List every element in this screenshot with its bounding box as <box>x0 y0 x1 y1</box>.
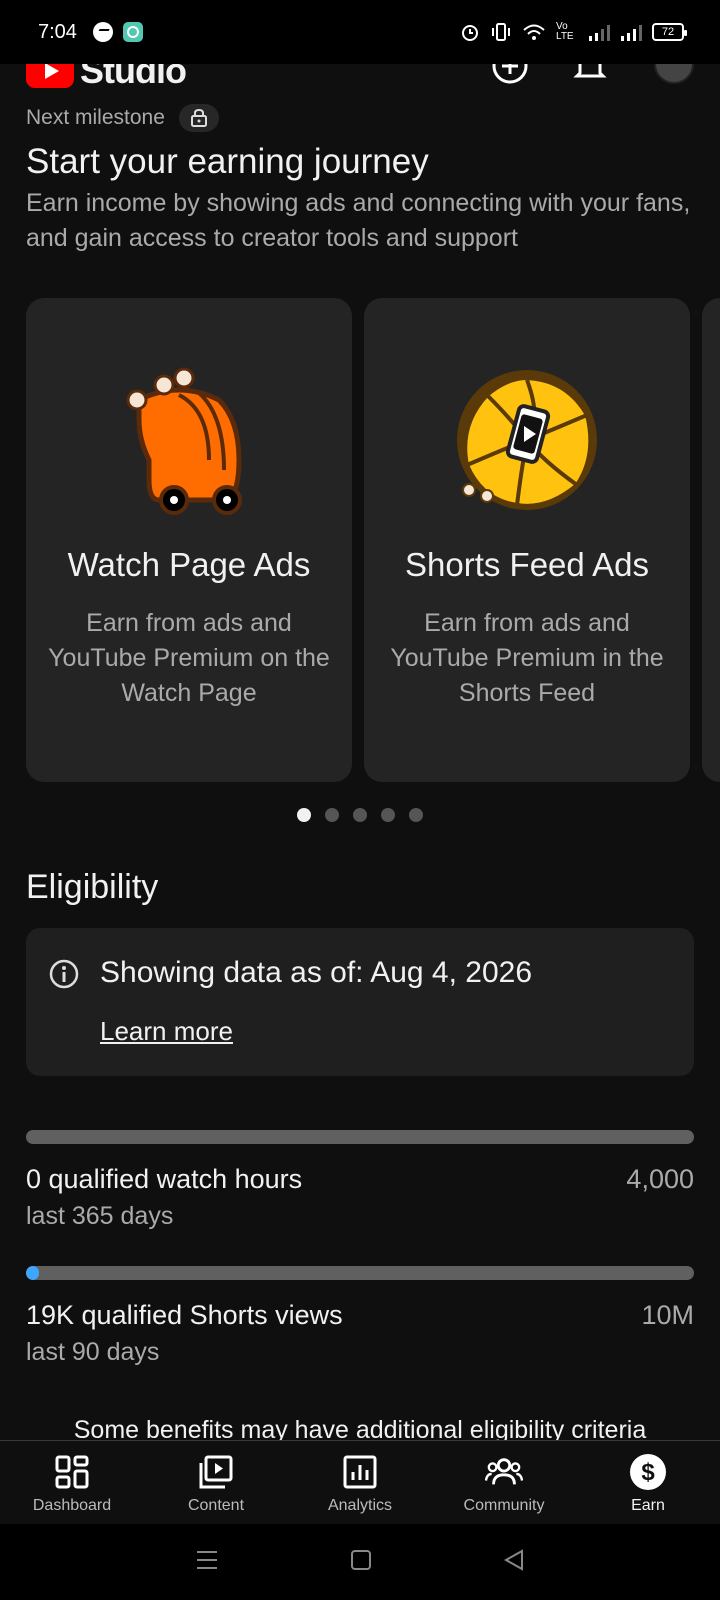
nav-label: Earn <box>631 1497 665 1514</box>
lock-chip[interactable] <box>178 104 219 132</box>
pagination-dot[interactable] <box>297 808 311 822</box>
earn-subtitle: Earn income by showing ads and connectin… <box>26 189 691 252</box>
dashboard-icon <box>53 1453 91 1491</box>
nav-label: Community <box>463 1497 545 1514</box>
signal-icon-2 <box>620 23 642 41</box>
lock-icon <box>190 108 207 127</box>
earn-title: Start your earning journey <box>26 142 429 181</box>
pagination-dot[interactable] <box>353 808 367 822</box>
pagination-dot[interactable] <box>409 808 423 822</box>
add-icon <box>492 64 528 84</box>
watch-hours-target: 4,000 <box>626 1164 694 1194</box>
watch-page-ads-card[interactable]: Watch Page Ads Earn from ads and YouTube… <box>26 298 352 782</box>
pagination-dot[interactable] <box>325 808 339 822</box>
status-icons: Vo LTE 72 <box>460 21 687 42</box>
card-title: Shorts Feed Ads <box>405 546 649 583</box>
card-title: Watch Page Ads <box>67 546 311 583</box>
messenger-notification-icon <box>92 22 113 42</box>
milestone-label: Next milestone <box>26 106 165 129</box>
info-icon <box>49 959 79 989</box>
shorts-views-label: 19K qualified Shorts views <box>26 1300 343 1330</box>
watch-hours-label: 0 qualified watch hours <box>26 1164 303 1194</box>
shorts-views-target: 10M <box>641 1300 694 1330</box>
back-icon[interactable] <box>503 1548 525 1576</box>
notifications-button[interactable] <box>570 64 610 86</box>
avatar[interactable] <box>654 64 694 84</box>
vibrate-icon <box>490 22 512 42</box>
svg-text:$: $ <box>641 1459 655 1486</box>
bottom-nav: Dashboard Content Analytics Community $ … <box>0 1440 720 1524</box>
nav-label: Content <box>187 1497 245 1514</box>
card-description: Earn from ads and YouTube Premium on the… <box>48 609 330 707</box>
content-icon <box>197 1453 235 1491</box>
eligibility-footer-note: Some benefits may have additional eligib… <box>73 1416 647 1440</box>
community-icon <box>485 1453 523 1491</box>
shorts-feed-ads-card[interactable]: Shorts Feed Ads Earn from ads and YouTub… <box>364 298 690 782</box>
youtube-studio-logo[interactable]: Studio <box>26 64 187 92</box>
eligibility-title: Eligibility <box>26 868 159 906</box>
carousel-pagination <box>0 808 720 822</box>
next-card-peek[interactable] <box>702 298 720 782</box>
chat-app-notification-icon <box>122 22 143 42</box>
watch-page-ads-illustration <box>126 367 242 515</box>
nav-content[interactable]: Content <box>144 1441 288 1524</box>
card-description: Earn from ads and YouTube Premium in the… <box>390 609 664 707</box>
create-button[interactable] <box>490 64 530 86</box>
shorts-views-progress-fill <box>26 1266 40 1280</box>
system-nav-bar <box>0 1524 720 1600</box>
bell-icon <box>573 64 607 78</box>
earn-icon: $ <box>629 1453 667 1491</box>
network-label: Vo LTE <box>556 21 574 42</box>
signal-icon <box>588 23 610 41</box>
nav-earn[interactable]: $ Earn <box>576 1441 720 1524</box>
data-date-text: Showing data as of: Aug 4, 2026 <box>100 956 532 989</box>
menu-icon[interactable] <box>195 1549 219 1576</box>
alarm-icon <box>460 22 480 42</box>
wifi-icon <box>522 22 546 42</box>
battery-icon: 72 <box>652 23 687 41</box>
data-info-box: Showing data as of: Aug 4, 2026 Learn mo… <box>26 928 694 1076</box>
analytics-icon <box>341 1453 379 1491</box>
nav-dashboard[interactable]: Dashboard <box>0 1441 144 1524</box>
nav-label: Dashboard <box>32 1497 112 1514</box>
status-bar: 7:04 Vo LTE 72 <box>0 0 720 64</box>
nav-community[interactable]: Community <box>432 1441 576 1524</box>
learn-more-link[interactable]: Learn more <box>100 1016 233 1047</box>
home-icon[interactable] <box>350 1549 372 1576</box>
shorts-views-period: last 90 days <box>26 1338 160 1366</box>
status-time: 7:04 <box>38 20 77 43</box>
shorts-feed-ads-illustration <box>457 370 597 510</box>
watch-hours-progress-bar <box>26 1130 694 1144</box>
nav-label: Analytics <box>327 1497 393 1514</box>
milestone-row: Next milestone <box>26 104 219 132</box>
nav-analytics[interactable]: Analytics <box>288 1441 432 1524</box>
watch-hours-period: last 365 days <box>26 1202 174 1230</box>
pagination-dot[interactable] <box>381 808 395 822</box>
shorts-views-progress-bar <box>26 1266 694 1280</box>
logo-text: Studio <box>80 64 187 91</box>
youtube-logo-icon <box>26 64 74 88</box>
